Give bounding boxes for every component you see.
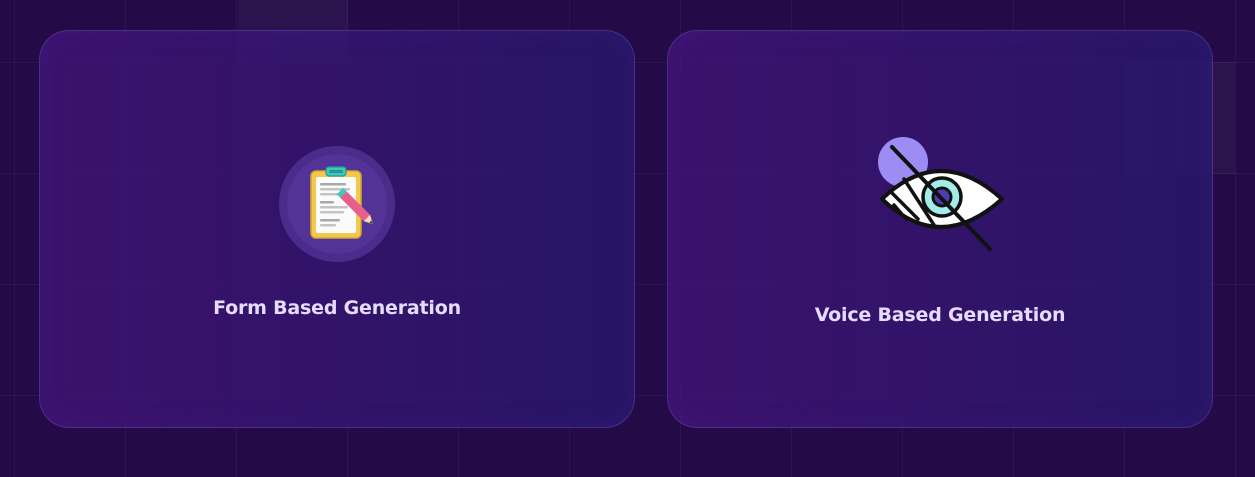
voice-based-generation-card[interactable]: Voice Based Generation <box>667 30 1213 428</box>
card-label: Voice Based Generation <box>814 304 1066 326</box>
form-based-generation-card[interactable]: Form Based Generation <box>39 30 635 428</box>
clipboard-pencil-icon <box>278 145 396 263</box>
eye-slash-icon <box>876 135 1004 255</box>
card-label: Form Based Generation <box>213 297 461 319</box>
